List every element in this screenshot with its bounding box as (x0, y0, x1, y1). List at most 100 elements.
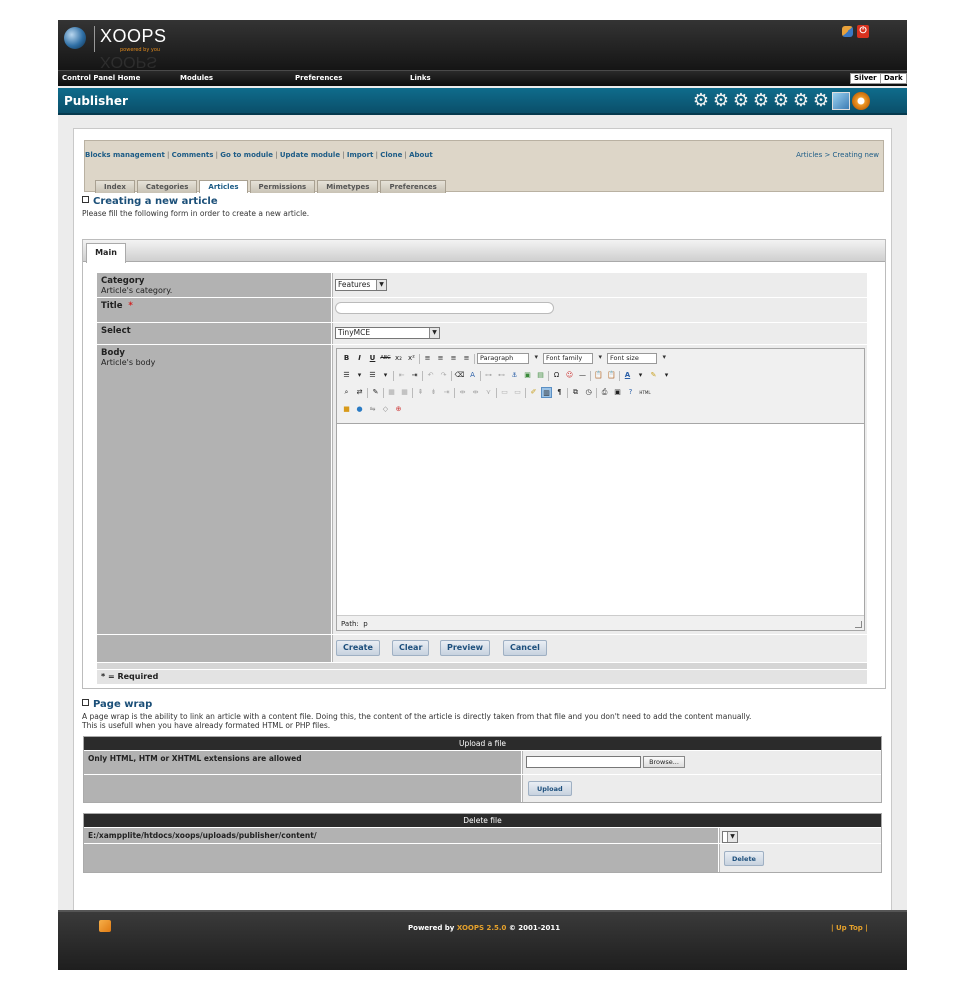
bold-icon[interactable]: B (341, 353, 352, 364)
browse-button[interactable]: Browse... (643, 756, 685, 768)
category-select[interactable]: Features ▼ (335, 279, 387, 291)
globe-icon[interactable]: ● (354, 404, 365, 415)
gear-icon[interactable]: ⚙ (812, 92, 830, 110)
outdent-icon[interactable]: ⇤ (396, 370, 407, 381)
italic-icon[interactable]: I (354, 353, 365, 364)
rss-icon[interactable] (99, 920, 111, 932)
paste-word-icon[interactable]: 📋 (606, 370, 617, 381)
strikethrough-icon[interactable]: ABC (380, 353, 391, 364)
document-icon[interactable]: ▤ (535, 370, 546, 381)
link-update-module[interactable]: Update module (280, 151, 340, 159)
text-color-icon[interactable]: A (622, 370, 633, 381)
editor-select[interactable]: TinyMCE ▼ (335, 327, 440, 339)
indent-icon[interactable]: ⇥ (409, 370, 420, 381)
underline-icon[interactable]: U (367, 353, 378, 364)
clear-button[interactable]: Clear (392, 640, 430, 656)
merge-cells-icon[interactable]: ▭ (499, 387, 510, 398)
paragraph-format-select[interactable]: Paragraph (477, 353, 538, 364)
unlink-icon[interactable]: ⊷ (496, 370, 507, 381)
link-comments[interactable]: Comments (172, 151, 214, 159)
link-about[interactable]: About (409, 151, 433, 159)
clean-formatting-icon[interactable]: ⌫ (454, 370, 465, 381)
chevron-down-icon[interactable]: ▾ (661, 370, 672, 381)
delete-column-icon[interactable]: ⇹ (470, 387, 481, 398)
gear-icon[interactable]: ⚙ (732, 92, 750, 110)
align-center-icon[interactable]: ≡ (435, 353, 446, 364)
edit-icon[interactable]: ✎ (370, 387, 381, 398)
bullet-list-icon[interactable]: ☰ (341, 370, 352, 381)
clock-icon[interactable]: ◷ (583, 387, 594, 398)
page-wrap-heading[interactable]: Page wrap (82, 699, 152, 710)
font-size-select[interactable]: Font size (607, 353, 666, 364)
delete-file-select[interactable]: ▼ (722, 831, 738, 843)
tab-index[interactable]: Index (95, 180, 135, 193)
find-icon[interactable]: ⌕ (341, 387, 352, 398)
chevron-down-icon[interactable]: ▾ (354, 370, 365, 381)
align-left-icon[interactable]: ≡ (422, 353, 433, 364)
chevron-down-icon[interactable]: ▾ (635, 370, 646, 381)
fullscreen-icon[interactable]: ▣ (612, 387, 623, 398)
link-icon[interactable]: ⊶ (483, 370, 494, 381)
insert-column-icon[interactable]: ⇹ (457, 387, 468, 398)
create-article-heading[interactable]: Creating a new article (82, 196, 218, 207)
logout-icon[interactable]: ⏻ (857, 25, 869, 38)
table-icon[interactable]: ▦ (386, 387, 397, 398)
tab-articles[interactable]: Articles (199, 180, 248, 193)
delete-button[interactable]: Delete (724, 851, 764, 866)
editor-content-area[interactable] (337, 423, 864, 616)
up-top-link[interactable]: | Up Top | (831, 924, 868, 932)
align-right-icon[interactable]: ≡ (448, 353, 459, 364)
undo-icon[interactable]: ↶ (425, 370, 436, 381)
cancel-button[interactable]: Cancel (503, 640, 547, 656)
cell-properties-icon[interactable]: ▭ (512, 387, 523, 398)
theme-silver-button[interactable]: Silver (850, 73, 881, 84)
remove-format-icon[interactable]: A (467, 370, 478, 381)
font-family-select[interactable]: Font family (543, 353, 602, 364)
superscript-icon[interactable]: x² (406, 353, 417, 364)
insert-row-after-icon[interactable]: ⇟ (428, 387, 439, 398)
insert-row-before-icon[interactable]: ⇞ (415, 387, 426, 398)
numbered-list-icon[interactable]: ☰ (367, 370, 378, 381)
redo-icon[interactable]: ↷ (438, 370, 449, 381)
visual-aid-icon[interactable]: ▥ (541, 387, 552, 398)
link-clone[interactable]: Clone (380, 151, 402, 159)
pilcrow-icon[interactable]: ¶ (554, 387, 565, 398)
menu-links[interactable]: Links (410, 74, 431, 82)
menu-control-panel-home[interactable]: Control Panel Home (62, 74, 140, 82)
gear-icon[interactable]: ⚙ (772, 92, 790, 110)
table-row-icon[interactable]: ▦ (399, 387, 410, 398)
collapse-icon[interactable] (82, 196, 89, 203)
xoops-code-icon[interactable]: ⇋ (367, 404, 378, 415)
tab-categories[interactable]: Categories (136, 180, 198, 193)
help-icon[interactable] (852, 92, 870, 110)
menu-preferences[interactable]: Preferences (295, 74, 342, 82)
template-icon[interactable]: ⧉ (570, 387, 581, 398)
replace-icon[interactable]: ⇄ (354, 387, 365, 398)
delete-row-icon[interactable]: ⇥ (441, 387, 452, 398)
html-source-icon[interactable]: HTML (638, 387, 652, 398)
link-import[interactable]: Import (347, 151, 374, 159)
preview-icon[interactable]: ⎙ (599, 387, 610, 398)
xoops-version-link[interactable]: XOOPS 2.5.0 (457, 924, 507, 932)
tab-mimetypes[interactable]: Mimetypes (317, 180, 379, 193)
title-input[interactable] (335, 302, 554, 314)
tab-main[interactable]: Main (86, 243, 126, 263)
split-cells-icon[interactable]: ⋎ (483, 387, 494, 398)
link-go-to-module[interactable]: Go to module (220, 151, 273, 159)
xoops-globe-logo[interactable] (64, 27, 86, 49)
flag-icon[interactable]: ⊕ (393, 404, 404, 415)
firefox-icon[interactable] (842, 26, 853, 37)
theme-dark-button[interactable]: Dark (880, 73, 907, 84)
upload-button[interactable]: Upload (528, 781, 572, 796)
link-blocks-management[interactable]: Blocks management (85, 151, 165, 159)
menu-modules[interactable]: Modules (180, 74, 213, 82)
paste-text-icon[interactable]: 📋 (593, 370, 604, 381)
logo-text[interactable]: XOOPS (100, 26, 167, 47)
pencil-icon[interactable]: ✐ (528, 387, 539, 398)
anchor-icon[interactable]: ⚓ (509, 370, 520, 381)
emoticon-icon[interactable]: ☺ (564, 370, 575, 381)
align-justify-icon[interactable]: ≡ (461, 353, 472, 364)
collapse-icon[interactable] (82, 699, 89, 706)
chevron-down-icon[interactable]: ▾ (380, 370, 391, 381)
create-button[interactable]: Create (336, 640, 380, 656)
